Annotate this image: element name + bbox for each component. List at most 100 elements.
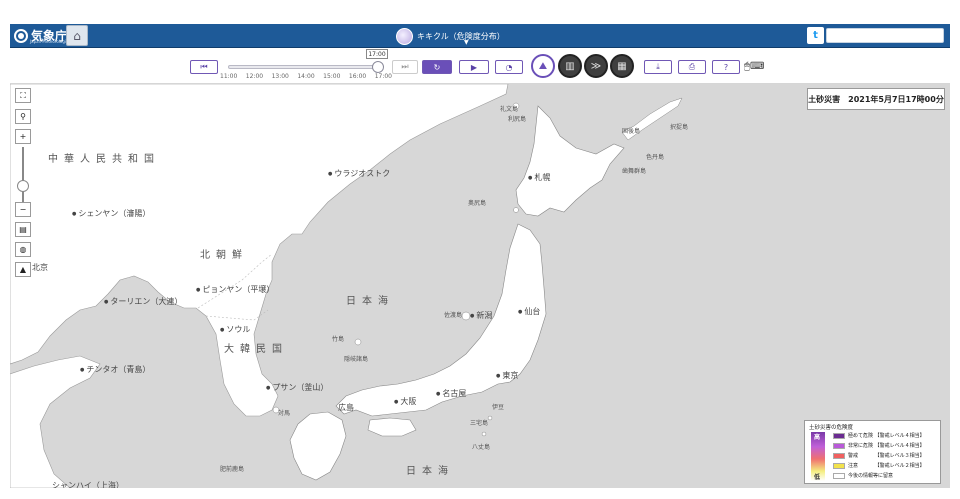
label-rebun: 礼文島 <box>500 106 519 113</box>
legend-low: 低 <box>814 474 821 481</box>
miyake-island <box>487 415 493 421</box>
download-button[interactable]: ⤓ <box>644 60 672 74</box>
label-vladivostok: ウラジオストク <box>328 168 390 179</box>
landslide-layer-button[interactable]: ⛰ <box>531 54 555 78</box>
hokkaido <box>515 105 625 217</box>
product-title: キキクル（危険度分布） <box>417 31 505 41</box>
label-north-korea: 北朝鮮 <box>200 250 248 261</box>
drop-icon: ◍ <box>19 245 27 254</box>
label-pyongyang: ピョンヤン（平壌） <box>196 284 274 295</box>
mouse-keyboard-icon[interactable]: 🖱⌨ <box>744 61 764 72</box>
landslide-icon: ⛰ <box>538 60 548 72</box>
label-tokyo: 東京 <box>496 370 518 381</box>
fullscreen-icon: ⛶ <box>20 90 26 100</box>
zoom-handle[interactable] <box>17 180 29 192</box>
timestamp-box: 土砂災害 2021年5月7日17時00分 <box>807 88 945 110</box>
tick-label: 13:00 <box>271 73 289 80</box>
kikikuru-icon <box>396 27 413 45</box>
last-frame-button[interactable]: ⏭ <box>392 60 418 74</box>
play-button[interactable]: ▶ <box>459 60 489 74</box>
jma-logo-icon <box>14 29 28 43</box>
legend-title: 土砂災害の危険度 <box>809 425 854 431</box>
label-habomai: 歯舞群島 <box>622 168 647 175</box>
legend-high: 高 <box>814 434 821 441</box>
river-icon: ≫ <box>590 60 602 72</box>
minus-icon: − <box>19 205 27 214</box>
home-button[interactable]: ⌂ <box>66 25 88 46</box>
label-shikotan: 色丹島 <box>646 154 665 161</box>
label-miyake: 三宅島 <box>470 420 489 427</box>
twitter-icon[interactable]: t <box>807 27 824 44</box>
label-oki: 隠岐諸島 <box>344 356 369 363</box>
current-time-bubble: 17:00 <box>366 49 388 59</box>
legend-label: 今後の情報等に留意 <box>848 473 894 479</box>
tick-label: 15:00 <box>323 73 341 80</box>
label-sendai: 仙台 <box>518 306 540 317</box>
label-kunashiri: 国後島 <box>622 128 641 135</box>
legend-swatch <box>833 442 845 449</box>
sado-island <box>461 311 471 321</box>
label-beijing: 北京 <box>32 263 48 272</box>
label-izu: 伊豆 <box>492 404 505 411</box>
label-niigata: 新潟 <box>470 310 492 321</box>
label-nagoya: 名古屋 <box>436 388 466 399</box>
reload-button[interactable]: ↻ <box>422 60 452 74</box>
label-okushiri: 奥尻島 <box>468 200 487 207</box>
label-dalian: ターリエン（大連） <box>104 296 182 307</box>
product-selector[interactable]: キキクル（危険度分布） ▼ <box>396 26 505 46</box>
water-layer-button[interactable]: ◍ <box>15 242 31 257</box>
mountain-icon: ▲ <box>19 265 27 274</box>
label-sapporo: 札幌 <box>528 172 550 183</box>
location-pin-icon: ⚲ <box>20 112 26 121</box>
tick-label: 12:00 <box>245 73 264 80</box>
legend-label: 非常に危険 【警戒レベル４相当】 <box>848 443 925 449</box>
label-shanghai: シャンハイ（上海） <box>52 481 124 488</box>
plus-icon: + <box>19 132 27 141</box>
china-coast <box>10 355 101 488</box>
timeline-ticks: 11:00 12:00 13:00 14:00 15:00 16:00 17:0… <box>220 73 392 80</box>
gauge-icon: ◔ <box>505 62 513 72</box>
label-pacific: 日本海 <box>406 466 454 477</box>
flood-layer-button[interactable]: ≫ <box>584 54 608 78</box>
zoom-in-button[interactable]: + <box>15 129 31 144</box>
speed-button[interactable]: ◔ <box>495 60 523 74</box>
skip-back-icon: ⏮ <box>200 62 208 71</box>
shikoku <box>367 417 417 437</box>
legend-label: 警戒 【警戒レベル３相当】 <box>848 453 925 459</box>
label-osaka: 大阪 <box>394 396 416 407</box>
basemap-button[interactable]: ▤ <box>15 222 31 237</box>
inundation-layer-button[interactable]: ▥ <box>558 54 582 78</box>
zoom-out-button[interactable]: − <box>15 202 31 217</box>
help-icon: ? <box>723 62 729 72</box>
map-layer-button[interactable]: ▦ <box>610 54 634 78</box>
label-south-korea: 大韓民国 <box>224 344 288 355</box>
locate-button[interactable]: ⚲ <box>15 109 31 124</box>
print-button[interactable]: ⎙ <box>678 60 706 74</box>
timeline-slider[interactable] <box>228 65 382 69</box>
label-hachijo: 八丈島 <box>472 444 491 451</box>
time-toolbar: ⏮ 17:00 11:00 12:00 13:00 14:00 15:00 16… <box>10 48 950 84</box>
zoom-slider[interactable] <box>22 147 24 202</box>
refresh-icon: ↻ <box>433 62 441 72</box>
map-view[interactable]: 中華人民共和国 シェンヤン（瀋陽） 北京 ターリエン（大連） チンタオ（青島） … <box>10 84 950 488</box>
label-qingdao: チンタオ（青島） <box>80 364 150 375</box>
legend-label: 極めて危険 【警戒レベル４相当】 <box>848 433 925 439</box>
fullscreen-button[interactable]: ⛶ <box>15 88 31 103</box>
header-bar: 気象庁 Japan Meteorological Agency ⌂ キキクル（危… <box>10 24 950 48</box>
legend-item: 注意 【警戒レベル２相当】 <box>833 462 925 469</box>
legend-scale: 高 低 <box>811 432 825 481</box>
first-frame-button[interactable]: ⏮ <box>190 60 218 74</box>
tick-label: 11:00 <box>220 73 238 80</box>
label-takeshima: 竹島 <box>332 336 345 343</box>
help-button[interactable]: ? <box>712 60 740 74</box>
legend-swatch <box>833 462 845 469</box>
label-busan: プサン（釜山） <box>266 382 328 393</box>
terrain-button[interactable]: ▲ <box>15 262 31 277</box>
timeline-handle[interactable] <box>372 61 384 73</box>
tick-label: 16:00 <box>348 73 367 80</box>
label-tsushima: 対馬 <box>278 410 291 417</box>
okushiri-island <box>513 207 519 213</box>
print-icon: ⎙ <box>688 62 696 71</box>
search-input[interactable] <box>826 28 944 43</box>
label-seoul: ソウル <box>220 324 250 335</box>
